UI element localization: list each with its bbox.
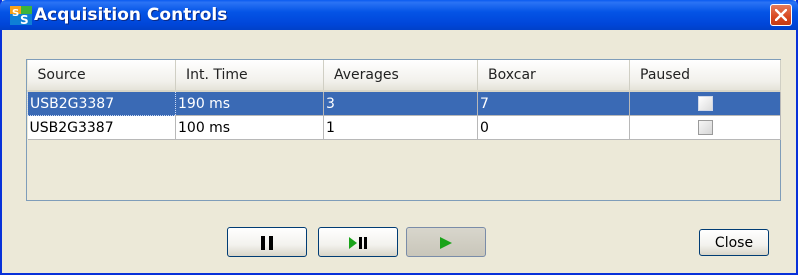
svg-text:S: S [12, 8, 19, 19]
window-title: Acquisition Controls [34, 5, 228, 25]
cell-averages[interactable]: 3 [323, 91, 478, 116]
acquisition-table: Source Int. Time Averages Boxcar Paused … [26, 59, 781, 201]
cell-averages[interactable]: 1 [323, 115, 478, 140]
app-logo-icon: S S [10, 6, 32, 25]
cell-paused [629, 115, 781, 140]
column-header-source[interactable]: Source [27, 60, 176, 92]
cell-boxcar[interactable]: 0 [477, 115, 630, 140]
table-header: Source Int. Time Averages Boxcar Paused [27, 60, 781, 92]
cell-int-time[interactable]: 100 ms [175, 115, 324, 140]
column-header-int-time[interactable]: Int. Time [175, 60, 324, 92]
cell-int-time[interactable]: 190 ms [175, 91, 324, 116]
column-header-averages[interactable]: Averages [323, 60, 478, 92]
pause-icon [261, 236, 273, 250]
step-play-pause-icon [349, 237, 367, 249]
cell-paused [629, 91, 781, 116]
cell-boxcar[interactable]: 7 [477, 91, 630, 116]
svg-text:S: S [20, 13, 29, 25]
table-row[interactable]: USB2G3387 190 ms 3 7 [27, 90, 781, 116]
table-row[interactable]: USB2G3387 100 ms 1 0 [27, 115, 781, 140]
pause-button[interactable] [227, 227, 307, 257]
column-header-paused[interactable]: Paused [629, 60, 781, 92]
column-header-boxcar[interactable]: Boxcar [477, 60, 630, 92]
play-button[interactable] [406, 227, 486, 257]
play-icon [440, 237, 452, 249]
acquisition-controls-window: S S Acquisition Controls Source Int. Tim… [0, 0, 798, 275]
close-button[interactable]: Close [699, 229, 769, 256]
cell-source[interactable]: USB2G3387 [27, 90, 176, 116]
step-button[interactable] [318, 227, 398, 257]
title-bar[interactable]: S S Acquisition Controls [0, 0, 798, 30]
close-icon [775, 9, 787, 21]
close-button-label: Close [714, 235, 754, 251]
cell-source[interactable]: USB2G3387 [27, 115, 176, 140]
paused-checkbox[interactable] [697, 120, 713, 135]
window-close-button[interactable] [770, 4, 792, 26]
paused-checkbox[interactable] [697, 96, 713, 111]
